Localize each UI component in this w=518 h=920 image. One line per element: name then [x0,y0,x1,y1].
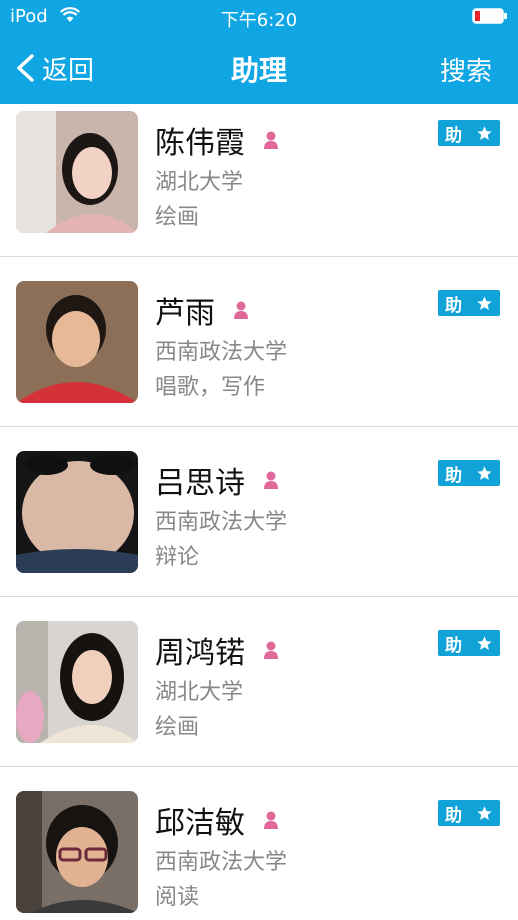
badge-label: 助 [445,635,462,656]
contact-name: 吕思诗 [155,466,245,501]
hobby-label: 绘画 [155,715,200,740]
contact-name: 芦雨 [155,296,215,331]
status-bar: iPod 下午6:20 [0,0,518,34]
badge-label: 助 [445,465,462,486]
school-label: 湖北大学 [155,170,244,195]
star-icon [477,295,492,310]
avatar [16,111,138,233]
gender-female-icon [264,641,278,659]
list-item[interactable]: 陈伟霞 湖北大学 绘画 助 [0,104,518,257]
badge-label: 助 [445,125,462,146]
list-item[interactable]: 吕思诗 西南政法大学 辩论 助 [0,427,518,597]
list-item[interactable]: 周鸿锘 湖北大学 绘画 助 [0,597,518,767]
avatar [16,281,138,403]
gender-female-icon [264,131,278,149]
navigation-bar: 返回 助理 搜索 [0,34,518,104]
hobby-label: 绘画 [155,205,200,230]
assistant-badge[interactable]: 助 [438,630,500,656]
star-icon [477,635,492,650]
badge-label: 助 [445,295,462,316]
contact-name: 周鸿锘 [155,636,245,671]
list-item[interactable]: 邱洁敏 西南政法大学 阅读 助 [0,767,518,920]
gender-female-icon [234,301,248,319]
hobby-label: 阅读 [155,885,200,910]
contact-name: 陈伟霞 [155,126,245,161]
avatar [16,621,138,743]
header: iPod 下午6:20 返回 助理 搜索 [0,0,518,104]
avatar [16,791,138,913]
school-label: 湖北大学 [155,680,244,705]
badge-label: 助 [445,805,462,826]
school-label: 西南政法大学 [155,340,288,365]
status-time: 下午6:20 [220,10,298,31]
star-icon [477,805,492,820]
hobby-label: 辩论 [155,545,200,570]
avatar [16,451,138,573]
gender-female-icon [264,811,278,829]
star-icon [477,125,492,140]
contact-name: 邱洁敏 [155,806,245,841]
assistant-badge[interactable]: 助 [438,120,500,146]
school-label: 西南政法大学 [155,510,288,535]
battery-icon [472,8,507,24]
assistant-badge[interactable]: 助 [438,800,500,826]
star-icon [477,465,492,480]
assistant-badge[interactable]: 助 [438,460,500,486]
list-item[interactable]: 芦雨 西南政法大学 唱歌，写作 助 [0,257,518,427]
assistant-badge[interactable]: 助 [438,290,500,316]
search-button[interactable]: 搜索 [440,51,492,88]
hobby-label: 唱歌，写作 [155,375,266,400]
assistant-list: 陈伟霞 湖北大学 绘画 助 芦雨 西南政法大学 唱歌，写作 助 吕思诗 西南政法… [0,104,518,920]
school-label: 西南政法大学 [155,850,288,875]
gender-female-icon [264,471,278,489]
